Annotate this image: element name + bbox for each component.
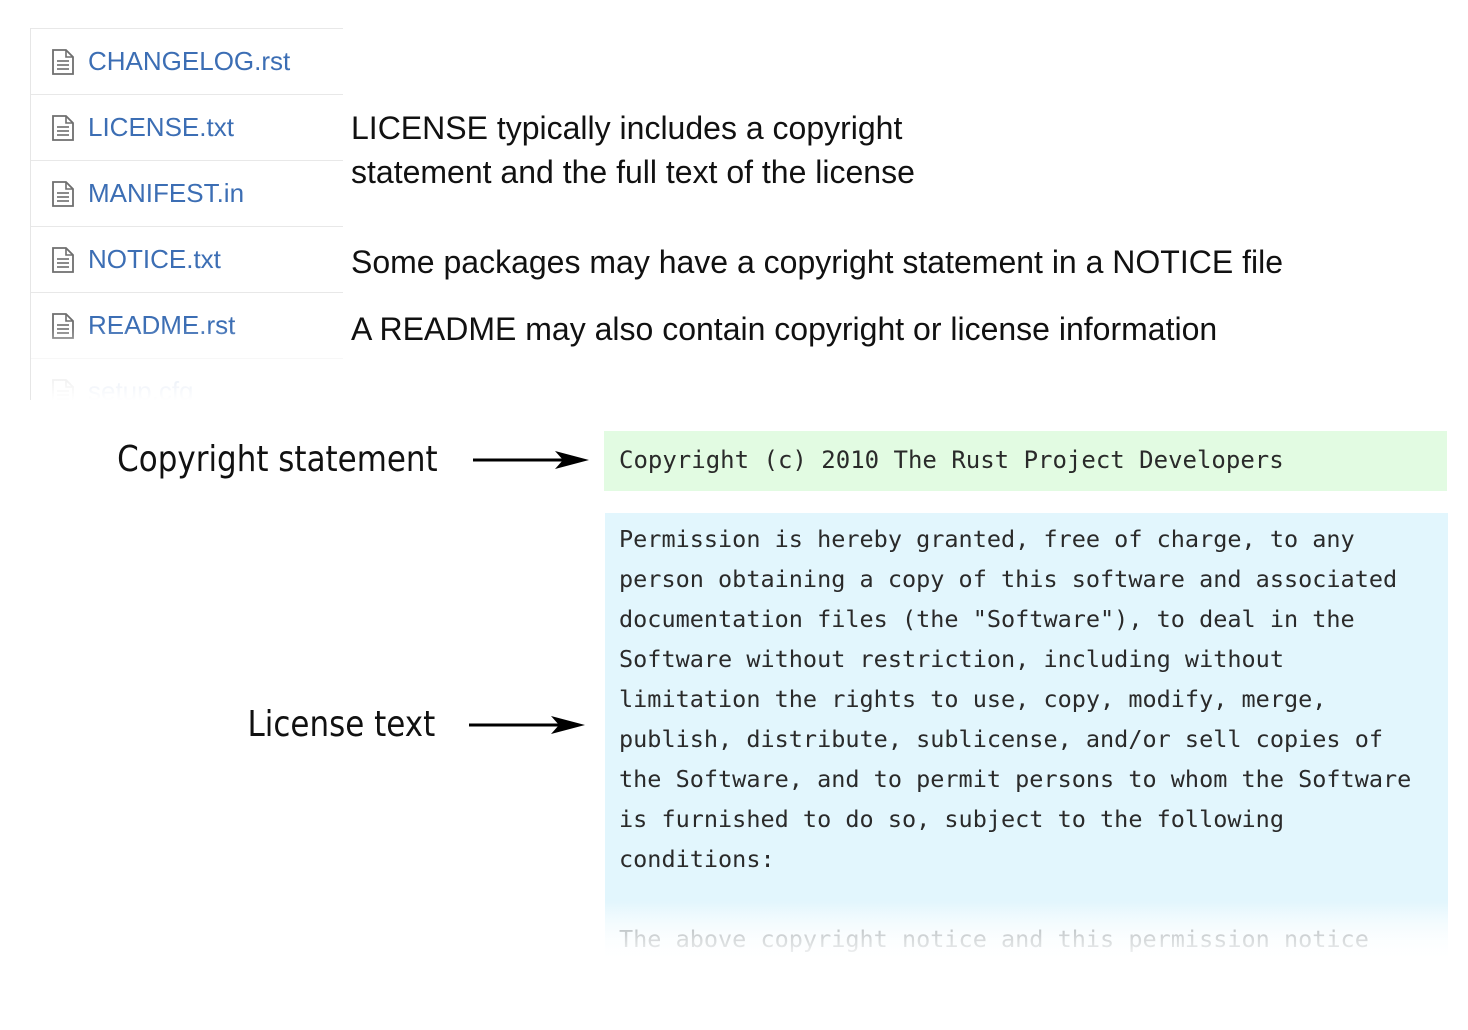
file-row-readme[interactable]: README.rst	[31, 292, 343, 358]
file-text-icon	[52, 49, 74, 75]
license-text-label: License text	[247, 704, 435, 745]
file-name[interactable]: MANIFEST.in	[88, 177, 244, 209]
license-code-box: Permission is hereby granted, free of ch…	[605, 513, 1448, 963]
license-annotation-line2: statement and the full text of the licen…	[351, 154, 915, 190]
file-text-icon	[52, 313, 74, 339]
file-row-notice[interactable]: NOTICE.txt	[31, 226, 343, 292]
file-text-icon	[52, 247, 74, 273]
file-name[interactable]: setup.cfg	[88, 375, 194, 400]
copyright-text: Copyright (c) 2010 The Rust Project Deve…	[619, 446, 1284, 474]
file-text-icon	[52, 181, 74, 207]
license-line: conditions:	[619, 845, 775, 873]
file-row-license[interactable]: LICENSE.txt	[31, 94, 343, 160]
license-line: the Software, and to permit persons to w…	[619, 765, 1412, 793]
file-list: CHANGELOG.rst LICENSE.txt MANIFEST.in NO…	[30, 28, 343, 400]
copyright-statement-label: Copyright statement	[117, 439, 438, 480]
file-name[interactable]: NOTICE.txt	[88, 243, 221, 275]
file-row-manifest[interactable]: MANIFEST.in	[31, 160, 343, 226]
file-text-icon	[52, 379, 74, 400]
license-line: Permission is hereby granted, free of ch…	[619, 525, 1355, 553]
readme-annotation: A README may also contain copyright or l…	[351, 311, 1218, 347]
license-line: limitation the rights to use, copy, modi…	[619, 685, 1327, 713]
license-line: is furnished to do so, subject to the fo…	[619, 805, 1284, 833]
file-row-changelog[interactable]: CHANGELOG.rst	[31, 28, 343, 94]
file-row-setup-cfg[interactable]: setup.cfg	[31, 358, 343, 400]
file-name[interactable]: CHANGELOG.rst	[88, 45, 290, 77]
file-name[interactable]: LICENSE.txt	[88, 111, 234, 143]
license-annotation: LICENSE typically includes a copyright s…	[351, 106, 915, 194]
license-line: Software without restriction, including …	[619, 645, 1284, 673]
file-name[interactable]: README.rst	[88, 309, 235, 341]
license-annotation-line1: LICENSE typically includes a copyright	[351, 110, 903, 146]
copyright-code-box: Copyright (c) 2010 The Rust Project Deve…	[604, 431, 1447, 491]
license-line: publish, distribute, sublicense, and/or …	[619, 725, 1384, 753]
right-arrow-icon	[473, 451, 589, 469]
right-arrow-icon	[469, 716, 585, 734]
license-line: person obtaining a copy of this software…	[619, 565, 1398, 593]
notice-annotation: Some packages may have a copyright state…	[351, 244, 1283, 280]
license-line-faded: The above copyright notice and this perm…	[619, 925, 1369, 953]
license-line: documentation files (the "Software"), to…	[619, 605, 1355, 633]
file-text-icon	[52, 115, 74, 141]
